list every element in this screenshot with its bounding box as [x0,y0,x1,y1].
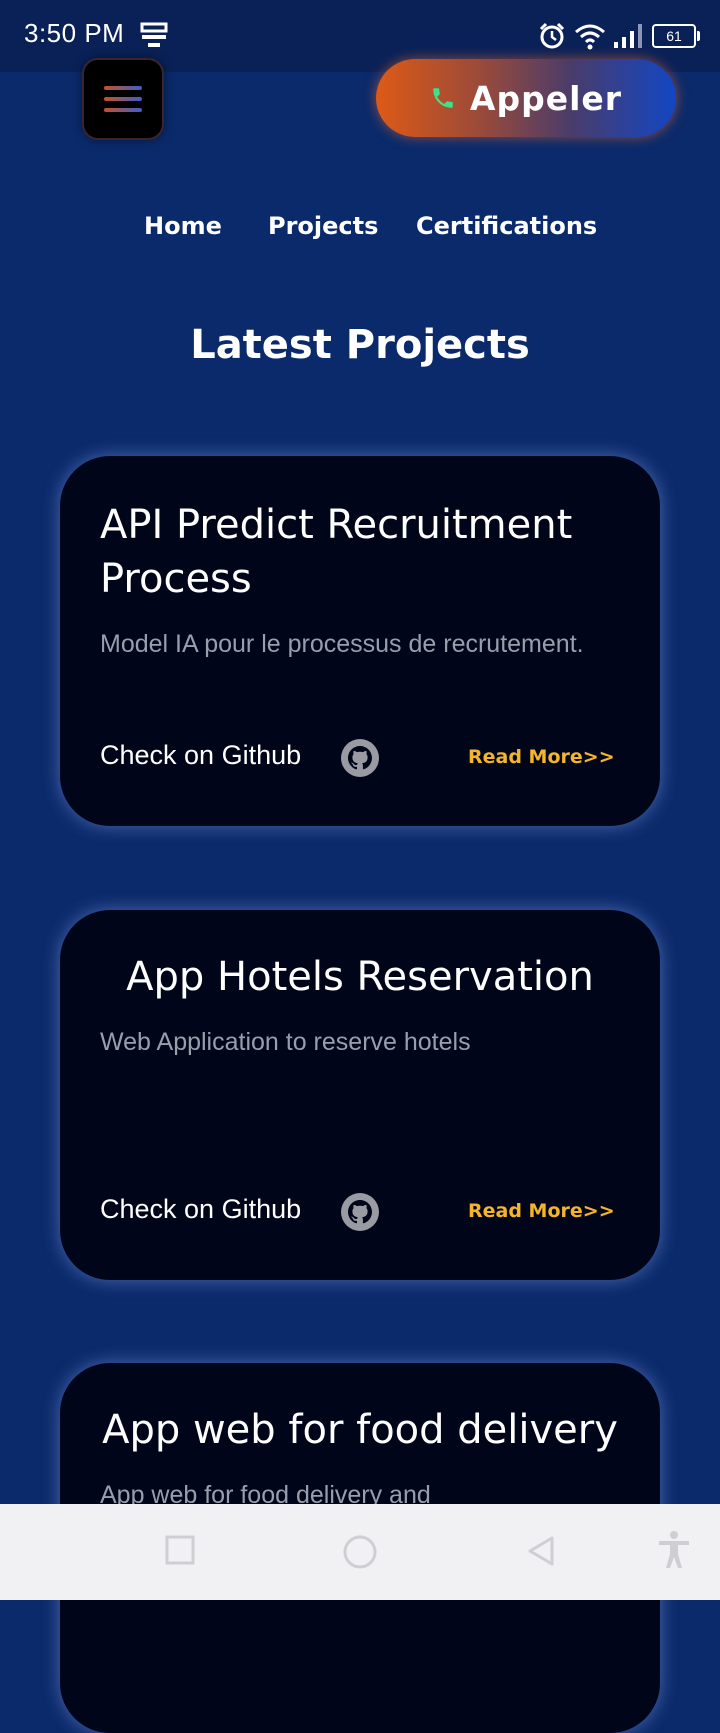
read-more-link[interactable]: Read More>> [468,1200,615,1222]
battery-icon: 61 [652,24,700,48]
recent-apps-icon[interactable] [164,1534,196,1566]
notification-icon [140,22,168,47]
section-title: Latest Projects [190,322,530,368]
github-link[interactable]: Check on Github [100,740,301,771]
project-title: App web for food delivery [102,1407,618,1453]
home-icon[interactable] [342,1534,378,1570]
call-button-label: Appeler [469,78,623,118]
system-nav-bar [0,1504,720,1600]
back-icon[interactable] [524,1534,558,1568]
menu-icon-bar [104,97,142,101]
battery-level: 61 [666,28,682,44]
project-title: API Predict Recruitment Process [100,502,573,602]
alarm-icon [539,22,565,49]
nav-item-certifications[interactable]: Certifications [416,212,597,240]
project-description: Web Application to reserve hotels [100,1028,471,1056]
nav-item-home[interactable]: Home [144,212,222,240]
github-icon[interactable] [340,738,380,778]
read-more-link[interactable]: Read More>> [468,746,615,768]
github-link[interactable]: Check on Github [100,1194,301,1225]
status-icons: 61 [538,20,700,52]
signal-icon [614,24,642,48]
github-icon[interactable] [340,1192,380,1232]
call-button[interactable]: Appeler [376,59,676,137]
menu-icon-bar [104,108,142,112]
status-time: 3:50 PM [24,18,125,48]
project-description: Model IA pour le processus de recrutemen… [100,630,584,658]
project-card: API Predict Recruitment Process Model IA… [60,456,660,826]
phone-icon [433,88,453,108]
project-card: App Hotels Reservation Web Application t… [60,910,660,1280]
nav-item-projects[interactable]: Projects [268,212,378,240]
menu-icon [104,86,142,90]
project-title: App Hotels Reservation [126,954,594,1000]
accessibility-icon[interactable] [656,1530,692,1570]
wifi-icon [575,24,605,50]
menu-button[interactable] [82,58,164,140]
